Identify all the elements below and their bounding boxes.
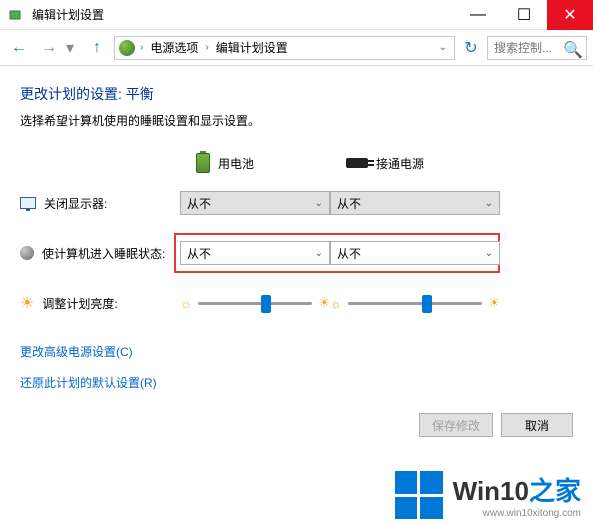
select-value: 从不 (337, 245, 361, 262)
sleep-battery-select[interactable]: 从不 ⌄ (180, 241, 330, 265)
brightness-battery-slider[interactable]: ☼ ☀ (180, 291, 330, 315)
breadcrumb-item-power[interactable]: 电源选项 (148, 39, 200, 56)
sun-high-icon: ☀ (318, 295, 330, 311)
battery-label: 用电池 (218, 155, 254, 172)
content-area: 更改计划的设置: 平衡 选择希望计算机使用的睡眠设置和显示设置。 用电池 接通电… (0, 66, 593, 391)
chevron-down-icon: ⌄ (315, 248, 323, 259)
back-button[interactable]: ← (6, 35, 32, 61)
window-title: 编辑计划设置 (32, 6, 455, 23)
advanced-settings-link[interactable]: 更改高级电源设置(C) (20, 343, 573, 360)
watermark: Win10之家 www.win10xitong.com (395, 471, 581, 519)
windows-logo-icon (395, 471, 443, 519)
chevron-down-icon: ⌄ (485, 248, 493, 259)
links-section: 更改高级电源设置(C) 还原此计划的默认设置(R) (20, 343, 573, 391)
restore-defaults-link[interactable]: 还原此计划的默认设置(R) (20, 374, 573, 391)
monitor-icon (20, 197, 36, 209)
brightness-plugged-slider[interactable]: ☼ ☀ (330, 291, 500, 315)
maximize-button[interactable]: ☐ (501, 0, 547, 30)
row-brightness: ☀ 调整计划亮度: (20, 293, 180, 313)
select-value: 从不 (187, 245, 211, 262)
app-icon (8, 7, 24, 23)
highlight-annotation: 从不 ⌄ 从不 ⌄ (174, 233, 500, 273)
breadcrumb-item-edit[interactable]: 编辑计划设置 (214, 39, 290, 56)
forward-button: → (36, 35, 62, 61)
slider-thumb[interactable] (261, 295, 271, 313)
select-value: 从不 (337, 195, 361, 212)
page-title: 更改计划的设置: 平衡 (20, 84, 573, 104)
title-bar: 编辑计划设置 — ☐ ✕ (0, 0, 593, 30)
brightness-label: 调整计划亮度: (42, 295, 117, 312)
sleep-plugged-select[interactable]: 从不 ⌄ (330, 241, 500, 265)
minimize-button[interactable]: — (455, 0, 501, 30)
column-header-battery: 用电池 (180, 153, 330, 173)
chevron-right-icon: › (202, 42, 211, 53)
battery-icon (196, 153, 210, 173)
sun-high-icon: ☀ (488, 295, 500, 311)
refresh-button[interactable]: ↻ (459, 36, 483, 60)
slider-track[interactable] (198, 302, 312, 305)
slider-thumb[interactable] (422, 295, 432, 313)
chevron-right-icon: › (137, 42, 146, 53)
brightness-icon: ☀ (20, 293, 34, 313)
footer-buttons: 保存修改 取消 (419, 413, 573, 437)
search-icon: 🔍 (563, 40, 583, 60)
chevron-down-icon: ⌄ (315, 198, 323, 209)
watermark-url: www.win10xitong.com (453, 508, 581, 519)
page-subtitle: 选择希望计算机使用的睡眠设置和显示设置。 (20, 112, 573, 129)
row-sleep: 使计算机进入睡眠状态: (20, 245, 180, 262)
display-off-label: 关闭显示器: (44, 195, 107, 212)
sun-low-icon: ☼ (330, 296, 342, 311)
row-display-off: 关闭显示器: (20, 195, 180, 212)
up-button[interactable]: ↑ (84, 35, 110, 61)
nav-bar: ← → ▾ ↑ › 电源选项 › 编辑计划设置 ⌄ ↻ 🔍 (0, 30, 593, 66)
close-button[interactable]: ✕ (547, 0, 593, 30)
slider-track[interactable] (348, 302, 482, 305)
cancel-button[interactable]: 取消 (501, 413, 573, 437)
plugged-label: 接通电源 (376, 155, 424, 172)
sun-low-icon: ☼ (180, 296, 192, 311)
display-off-battery-select[interactable]: 从不 ⌄ (180, 191, 330, 215)
chevron-down-icon[interactable]: ⌄ (436, 42, 450, 53)
column-header-plugged: 接通电源 (330, 155, 500, 172)
watermark-text: Win10之家 (453, 471, 581, 508)
settings-grid: 用电池 接通电源 关闭显示器: 从不 ⌄ 从不 ⌄ 使计算机进入睡眠状态: 从不… (20, 153, 573, 315)
select-value: 从不 (187, 195, 211, 212)
history-dropdown[interactable]: ▾ (66, 38, 80, 58)
sleep-label: 使计算机进入睡眠状态: (42, 245, 165, 262)
window-controls: — ☐ ✕ (455, 0, 593, 30)
chevron-down-icon: ⌄ (485, 198, 493, 209)
display-off-plugged-select[interactable]: 从不 ⌄ (330, 191, 500, 215)
moon-icon (20, 246, 34, 260)
search-wrap: 🔍 (487, 36, 587, 60)
save-button: 保存修改 (419, 413, 493, 437)
breadcrumb-icon (119, 40, 135, 56)
plug-icon (346, 158, 368, 168)
breadcrumb[interactable]: › 电源选项 › 编辑计划设置 ⌄ (114, 36, 455, 60)
